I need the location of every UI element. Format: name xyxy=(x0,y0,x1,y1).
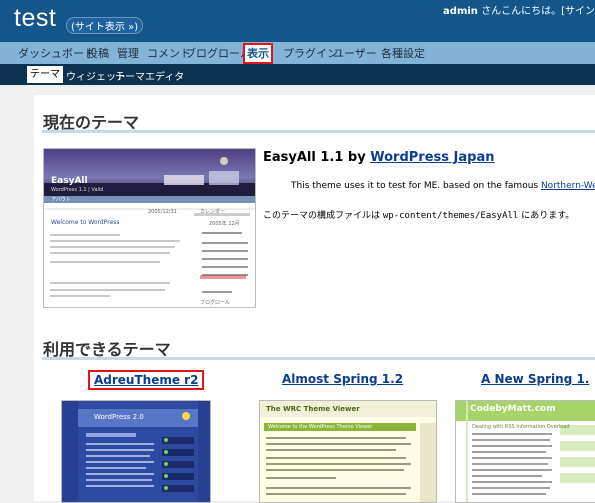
screenshot-blog-sub: WordPress 1.1 | Valid xyxy=(51,187,104,193)
current-theme-description: This theme uses it to test for ME. based… xyxy=(291,181,595,191)
menu-presentation[interactable]: 表示 xyxy=(243,43,273,64)
theme-thumb-title: WordPress 2.0 xyxy=(94,413,144,421)
screenshot-blogroll: ブログロール xyxy=(200,300,231,306)
theme-thumb-a-new-spring[interactable]: CodebyMatt.com Dealing with RSS Informat… xyxy=(455,400,595,503)
by-text: by xyxy=(343,150,371,165)
screenshot-post-title: Welcome to WordPress xyxy=(51,219,120,226)
theme-thumb-almost-spring[interactable]: The WRC Theme Viewer Welcome to the Word… xyxy=(259,400,437,503)
admin-header: test (サイト表示 ») admin さんこんにちは。[サイン xyxy=(0,0,595,42)
theme-thumb-sub: Dealing with RSS Information Overload xyxy=(472,424,570,430)
files-prefix: このテーマの構成ファイルは xyxy=(263,211,383,221)
current-theme-title: EasyAll 1.1 by WordPress Japan xyxy=(263,150,494,165)
main-menu: ダッシュボード 投稿 管理 コメント ブログロール 表示 プラグイン ユーザー … xyxy=(0,42,595,64)
theme-title-a-new-spring: A New Spring 1. xyxy=(481,372,589,386)
menu-manage[interactable]: 管理 xyxy=(117,45,139,61)
description-link[interactable]: Northern-Web- xyxy=(541,181,595,191)
user-info: admin さんこんにちは。[サイン xyxy=(443,2,595,17)
description-text: This theme uses it to test for ME. based… xyxy=(291,181,541,191)
files-path: wp-content/themes/EasyAll xyxy=(382,211,519,221)
theme-link-almost-spring[interactable]: Almost Spring 1.2 xyxy=(282,372,403,386)
menu-users[interactable]: ユーザー xyxy=(333,45,377,61)
theme-thumb-title: The WRC Theme Viewer xyxy=(266,405,360,413)
theme-thumb-title: CodebyMatt.com xyxy=(470,404,556,414)
section-divider xyxy=(42,130,595,133)
theme-thumb-adreu[interactable]: WordPress 2.0 xyxy=(61,400,211,503)
submenu-themes[interactable]: テーマ xyxy=(27,66,63,83)
menu-options[interactable]: 各種設定 xyxy=(381,45,425,61)
screenshot-blog-name: EasyAll xyxy=(51,176,88,186)
screenshot-cal-month: 2005年 12月 xyxy=(209,221,240,227)
screenshot-post-date: 2005/12/31 xyxy=(148,209,177,215)
theme-author-link[interactable]: WordPress Japan xyxy=(370,150,494,165)
sub-menu: テーマ ウィジェット テーマエディタ xyxy=(0,64,595,85)
view-site-link[interactable]: (サイト表示 ») xyxy=(66,17,144,34)
current-theme-screenshot: EasyAll WordPress 1.1 | Valid アバウト 2005/… xyxy=(43,148,256,308)
section-divider xyxy=(42,357,595,360)
menu-plugins[interactable]: プラグイン xyxy=(283,45,338,61)
theme-title-adreu: AdreuTheme r2 xyxy=(88,370,205,390)
screenshot-calendar-label: カレンダー xyxy=(200,209,226,215)
theme-link-a-new-spring[interactable]: A New Spring 1. xyxy=(481,372,589,386)
menu-blogroll[interactable]: ブログロール xyxy=(185,45,251,61)
current-theme-files: このテーマの構成ファイルは wp-content/themes/EasyAll … xyxy=(263,208,574,221)
submenu-theme-editor[interactable]: テーマエディタ xyxy=(115,68,184,83)
theme-thumb-almost-spring-image xyxy=(260,401,436,502)
screenshot-image xyxy=(44,149,255,297)
theme-thumb-a-new-spring-image xyxy=(456,401,595,502)
files-suffix: にあります。 xyxy=(518,211,575,221)
theme-title-almost-spring: Almost Spring 1.2 xyxy=(282,372,403,386)
greeting-text: さんこんにちは。[サイン xyxy=(477,6,595,17)
menu-dashboard[interactable]: ダッシュボード xyxy=(18,45,95,61)
theme-link-adreu[interactable]: AdreuTheme r2 xyxy=(94,373,198,387)
current-theme-name: EasyAll 1.1 xyxy=(263,150,344,165)
theme-thumb-banner: Welcome to the WordPress Theme Viewer xyxy=(268,424,373,430)
user-name[interactable]: admin xyxy=(443,6,478,17)
site-title[interactable]: test xyxy=(14,4,56,33)
screenshot-nav: アバウト xyxy=(51,197,71,203)
content-wrap: 現在のテーマ EasyAll WordPress 1.1 | Valid アバウ… xyxy=(34,95,595,503)
menu-posts[interactable]: 投稿 xyxy=(87,45,109,61)
